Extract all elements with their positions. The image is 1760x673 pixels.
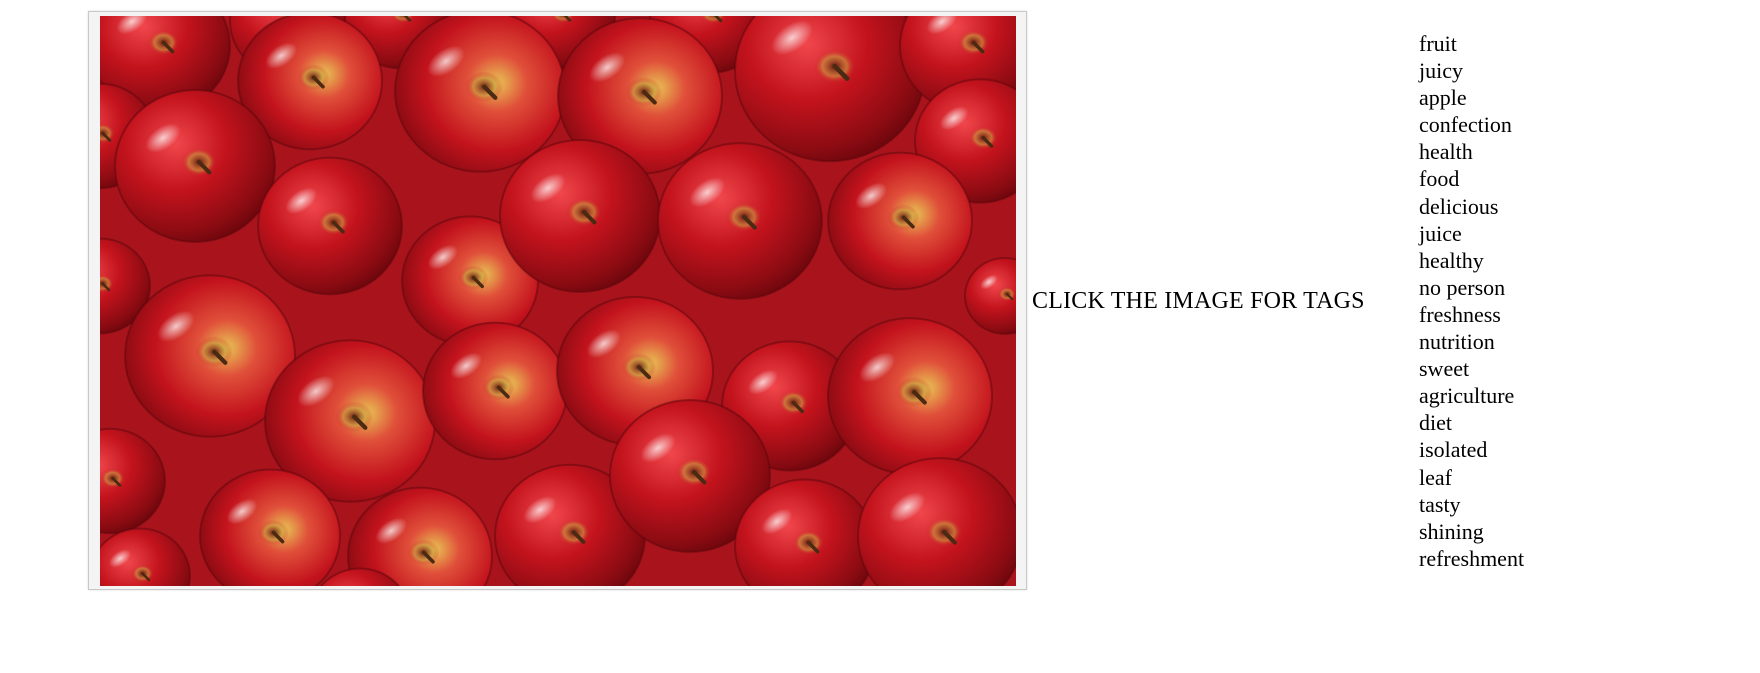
tag-item: fruit	[1419, 31, 1457, 56]
tag-item: juice	[1419, 220, 1462, 246]
tag-item: food	[1419, 166, 1460, 192]
tag-list: fruit juicy apple confection health food delic…	[1419, 30, 1524, 572]
tag-item: diet	[1419, 410, 1452, 436]
tag-item: no person	[1419, 274, 1506, 300]
apples-photo[interactable]	[100, 16, 1016, 586]
tag-item: refreshment	[1419, 545, 1525, 571]
apple-shape	[114, 89, 276, 243]
apple-shape	[394, 16, 566, 173]
tag-item: delicious	[1419, 193, 1499, 219]
tag-item: leaf	[1419, 464, 1452, 490]
tag-item: tasty	[1419, 491, 1461, 517]
page: CLICK THE IMAGE FOR TAGS fruit juicy apple…	[0, 0, 1760, 673]
apple-shape	[827, 151, 973, 291]
apple-shape	[657, 142, 823, 300]
apple-image-frame[interactable]	[88, 11, 1027, 590]
tag-item: juicy	[1419, 58, 1463, 84]
tag-item: freshness	[1419, 301, 1501, 327]
tag-item: health	[1419, 139, 1473, 165]
apple-shape	[827, 317, 993, 475]
tag-item: healthy	[1419, 247, 1484, 273]
tag-item: nutrition	[1419, 329, 1495, 355]
tag-item: shining	[1419, 518, 1484, 544]
click-image-instruction: CLICK THE IMAGE FOR TAGS	[1032, 288, 1365, 314]
tag-item: agriculture	[1419, 383, 1515, 409]
apple-shape	[257, 156, 403, 296]
tag-item: sweet	[1419, 356, 1470, 382]
tag-item: confection	[1419, 112, 1512, 138]
apples-illustration[interactable]	[100, 16, 1016, 586]
apple-shape	[422, 321, 568, 461]
tag-item: apple	[1419, 85, 1467, 111]
apple-shape	[499, 139, 661, 293]
tag-item: isolated	[1419, 437, 1488, 463]
